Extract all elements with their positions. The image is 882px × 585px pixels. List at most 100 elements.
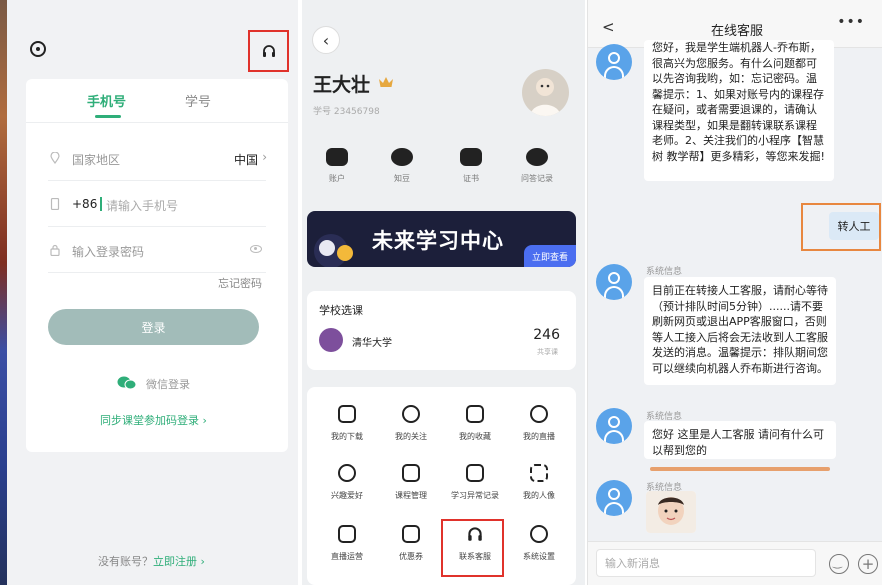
password-field[interactable]: 输入登录密码 — [48, 229, 266, 273]
back-button[interactable]: ‹ — [312, 26, 340, 54]
password-placeholder: 输入登录密码 — [72, 245, 145, 259]
grid-item-favorites[interactable]: 我的收藏 — [443, 405, 507, 442]
phone-icon — [50, 198, 60, 210]
banner-title: 未来学习中心 — [372, 229, 504, 253]
grid-label: 我的人像 — [523, 491, 555, 500]
robot-welcome-message: 您好，我是学生端机器人-乔布斯，很高兴为您服务。有什么问题都可以先咨询我哟，如：… — [644, 40, 834, 181]
zhidou-shortcut[interactable]: 知豆 — [377, 148, 427, 184]
country-label: 国家地区 — [72, 153, 121, 167]
grid-label: 我的收藏 — [459, 432, 491, 441]
grid-item-course-manage[interactable]: 课程管理 — [379, 464, 443, 501]
qa-record-shortcut[interactable]: 问答记录 — [512, 148, 562, 184]
more-icon[interactable]: ••• — [837, 14, 865, 30]
sync-classroom-login-link[interactable]: 同步课堂参加码登录 › — [100, 412, 207, 428]
avatar[interactable] — [522, 69, 569, 116]
background-edge — [0, 0, 7, 585]
grid-item-settings[interactable]: 系统设置 — [507, 525, 571, 562]
forgot-password-link[interactable]: 忘记密码 — [218, 275, 262, 291]
grid-item-portrait[interactable]: 我的人像 — [507, 464, 571, 501]
agent-greeting-message: 您好 这里是人工客服 请问有什么可以帮到您的 — [644, 421, 836, 459]
tab-divider — [26, 122, 288, 123]
coupon-icon — [402, 525, 420, 543]
grid-label: 课程管理 — [395, 491, 427, 500]
grid-label: 直播运营 — [331, 552, 363, 561]
grid-label: 优惠券 — [399, 552, 423, 561]
grid-item-follow[interactable]: 我的关注 — [379, 405, 443, 442]
zhidou-label: 知豆 — [394, 174, 410, 183]
school-course-title: 学校选课 — [319, 304, 363, 317]
course-count-label: 共享课 — [537, 348, 558, 356]
eye-icon[interactable] — [250, 245, 262, 253]
plus-icon[interactable]: + — [858, 554, 878, 574]
country-code: +86 — [72, 197, 98, 211]
certificate-label: 证书 — [463, 174, 479, 183]
mascot-icon — [314, 234, 353, 267]
student-number: 学号 23456798 — [313, 107, 380, 117]
customer-service-button[interactable] — [248, 30, 289, 72]
login-screen: 手机号 学号 国家地区 中国 › +86 请输入手机号 输入登录密码 忘记密码 … — [0, 0, 298, 585]
message-input[interactable] — [596, 549, 816, 577]
gear-icon — [530, 525, 548, 543]
chevron-left-icon: ‹ — [322, 30, 330, 50]
system-avatar — [596, 408, 632, 444]
wallet-icon — [326, 148, 348, 166]
emoji-icon[interactable] — [829, 554, 849, 574]
view-now-button[interactable]: 立即查看 — [524, 245, 576, 267]
chat-dots-icon — [526, 148, 548, 166]
grid-label: 我的关注 — [395, 432, 427, 441]
chat-screen: < 在线客服 ••• 您好，我是学生端机器人-乔布斯，很高兴为您服务。有什么问题… — [587, 0, 882, 585]
qa-record-label: 问答记录 — [521, 174, 553, 183]
profile-screen: ‹ 王大壮 学号 23456798 账户 知豆 证书 问答记录 未来学习中心 立… — [302, 0, 585, 585]
certificate-shortcut[interactable]: 证书 — [446, 148, 496, 184]
wechat-icon[interactable] — [117, 376, 137, 390]
contact-service-highlight — [441, 519, 504, 577]
grid-item-hobbies[interactable]: 兴趣爱好 — [315, 464, 379, 501]
chat-input-bar: + — [588, 541, 882, 585]
chevron-right-icon: › — [262, 150, 267, 164]
register-prompt: 没有账号？立即注册 › — [98, 553, 205, 569]
school-course-card[interactable]: 学校选课 清华大学 246 共享课 — [307, 291, 576, 370]
download-icon — [338, 405, 356, 423]
location-icon — [50, 152, 60, 164]
grid-item-study-exception[interactable]: 学习异常记录 — [443, 464, 507, 501]
image-message[interactable] — [646, 491, 696, 533]
phone-placeholder: 请输入手机号 — [106, 199, 179, 213]
certificate-icon — [460, 148, 482, 166]
settings-icon[interactable] — [30, 41, 46, 57]
grid-item-live[interactable]: 我的直播 — [507, 405, 571, 442]
wechat-login-link[interactable]: 微信登录 — [146, 376, 190, 392]
register-link[interactable]: 立即注册 › — [153, 555, 205, 568]
learning-center-banner[interactable]: 未来学习中心 立即查看 — [307, 211, 576, 267]
course-count: 246 — [533, 327, 560, 343]
underline-mark — [650, 467, 830, 471]
favorite-icon — [466, 405, 484, 423]
tab-phone[interactable]: 手机号 — [87, 91, 126, 118]
lock-icon — [50, 244, 60, 256]
account-label: 账户 — [329, 174, 345, 183]
school-logo-icon — [319, 328, 343, 352]
alert-icon — [466, 464, 484, 482]
school-name: 清华大学 — [352, 338, 392, 349]
account-shortcut[interactable]: 账户 — [312, 148, 362, 184]
grid-item-download[interactable]: 我的下载 — [315, 405, 379, 442]
login-card: 手机号 学号 国家地区 中国 › +86 请输入手机号 输入登录密码 忘记密码 … — [26, 79, 288, 452]
country-value: 中国 — [233, 153, 258, 167]
face-scan-icon — [530, 464, 548, 482]
grid-label: 学习异常记录 — [451, 491, 499, 500]
login-button[interactable]: 登录 — [48, 309, 259, 345]
course-icon — [402, 464, 420, 482]
grid-item-coupon[interactable]: 优惠券 — [379, 525, 443, 562]
grid-label: 兴趣爱好 — [331, 491, 363, 500]
country-selector[interactable]: 国家地区 中国 › — [48, 137, 267, 181]
live-ops-icon — [338, 525, 356, 543]
child-photo — [646, 491, 696, 533]
text-cursor — [100, 197, 102, 211]
bean-icon — [391, 148, 413, 166]
system-info-label: 系统信息 — [646, 267, 683, 277]
phone-field[interactable]: +86 请输入手机号 — [48, 183, 266, 227]
tab-student-id[interactable]: 学号 — [185, 91, 211, 110]
back-icon[interactable]: < — [602, 18, 615, 36]
system-avatar — [596, 264, 632, 300]
grid-item-live-ops[interactable]: 直播运营 — [315, 525, 379, 562]
system-avatar — [596, 480, 632, 516]
